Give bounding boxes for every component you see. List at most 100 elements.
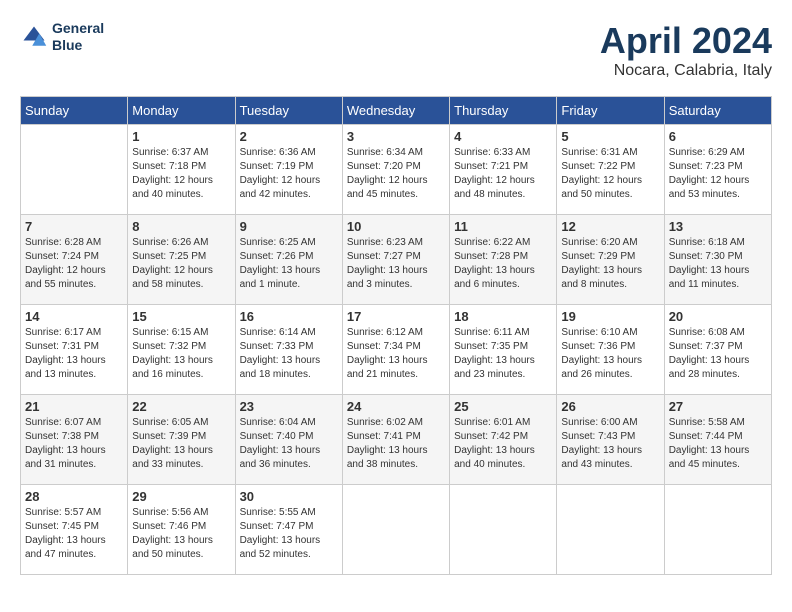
day-number: 7 [25, 219, 123, 234]
day-number: 24 [347, 399, 445, 414]
month-title: April 2024 [600, 20, 772, 62]
day-info: Sunrise: 6:23 AM Sunset: 7:27 PM Dayligh… [347, 236, 445, 292]
logo: General Blue [20, 20, 104, 54]
calendar-week-row: 14 Sunrise: 6:17 AM Sunset: 7:31 PM Dayli… [21, 305, 772, 395]
calendar-cell [21, 125, 128, 215]
logo-text: General Blue [52, 20, 104, 54]
calendar-cell [450, 485, 557, 575]
day-number: 5 [561, 129, 659, 144]
day-number: 16 [240, 309, 338, 324]
calendar-cell: 24Sunrise: 6:02 AM Sunset: 7:41 PM Dayli… [342, 395, 449, 485]
weekday-header-row: SundayMondayTuesdayWednesdayThursdayFrid… [21, 97, 772, 125]
day-number: 12 [561, 219, 659, 234]
day-info: Sunrise: 6:17 AM Sunset: 7:31 PM Dayligh… [25, 326, 123, 382]
calendar-cell: 21 Sunrise: 6:07 AM Sunset: 7:38 PM Dayli… [21, 395, 128, 485]
logo-line1: General [52, 20, 104, 37]
day-number: 8 [132, 219, 230, 234]
day-number: 1 [132, 129, 230, 144]
day-number: 25 [454, 399, 552, 414]
calendar-cell: 19 Sunrise: 6:10 AM Sunset: 7:36 PM Dayli… [557, 305, 664, 395]
day-info: Sunrise: 6:07 AM Sunset: 7:38 PM Dayligh… [25, 416, 123, 472]
day-number: 10 [347, 219, 445, 234]
day-number: 27 [669, 399, 767, 414]
day-info: Sunrise: 6:25 AM Sunset: 7:26 PM Dayligh… [240, 236, 338, 292]
day-number: 28 [25, 489, 123, 504]
calendar-cell: 17 Sunrise: 6:12 AM Sunset: 7:34 PM Dayli… [342, 305, 449, 395]
day-info: Sunrise: 5:57 AM Sunset: 7:45 PM Dayligh… [25, 506, 123, 562]
day-info: Sunrise: 6:37 AM Sunset: 7:18 PM Dayligh… [132, 146, 230, 202]
logo-line2: Blue [52, 37, 104, 54]
calendar-cell: 10 Sunrise: 6:23 AM Sunset: 7:27 PM Dayli… [342, 215, 449, 305]
day-info: Sunrise: 6:26 AM Sunset: 7:25 PM Dayligh… [132, 236, 230, 292]
day-info: Sunrise: 6:29 AM Sunset: 7:23 PM Dayligh… [669, 146, 767, 202]
day-info: Sunrise: 6:05 AM Sunset: 7:39 PM Dayligh… [132, 416, 230, 472]
calendar-week-row: 21 Sunrise: 6:07 AM Sunset: 7:38 PM Dayli… [21, 395, 772, 485]
day-info: Sunrise: 6:00 AM Sunset: 7:43 PM Dayligh… [561, 416, 659, 472]
calendar-cell: 18 Sunrise: 6:11 AM Sunset: 7:35 PM Dayli… [450, 305, 557, 395]
day-info: Sunrise: 6:11 AM Sunset: 7:35 PM Dayligh… [454, 326, 552, 382]
calendar-cell: 26Sunrise: 6:00 AM Sunset: 7:43 PM Dayli… [557, 395, 664, 485]
day-info: Sunrise: 6:34 AM Sunset: 7:20 PM Dayligh… [347, 146, 445, 202]
day-info: Sunrise: 6:10 AM Sunset: 7:36 PM Dayligh… [561, 326, 659, 382]
calendar-cell: 9 Sunrise: 6:25 AM Sunset: 7:26 PM Daylig… [235, 215, 342, 305]
day-number: 18 [454, 309, 552, 324]
day-number: 9 [240, 219, 338, 234]
day-info: Sunrise: 6:28 AM Sunset: 7:24 PM Dayligh… [25, 236, 123, 292]
calendar-cell: 6 Sunrise: 6:29 AM Sunset: 7:23 PM Daylig… [664, 125, 771, 215]
calendar-cell: 15Sunrise: 6:15 AM Sunset: 7:32 PM Dayli… [128, 305, 235, 395]
calendar-cell: 4 Sunrise: 6:33 AM Sunset: 7:21 PM Daylig… [450, 125, 557, 215]
day-info: Sunrise: 6:08 AM Sunset: 7:37 PM Dayligh… [669, 326, 767, 382]
day-number: 22 [132, 399, 230, 414]
weekday-header-sunday: Sunday [21, 97, 128, 125]
day-info: Sunrise: 6:14 AM Sunset: 7:33 PM Dayligh… [240, 326, 338, 382]
calendar-cell: 8 Sunrise: 6:26 AM Sunset: 7:25 PM Daylig… [128, 215, 235, 305]
day-info: Sunrise: 6:31 AM Sunset: 7:22 PM Dayligh… [561, 146, 659, 202]
calendar-cell: 28 Sunrise: 5:57 AM Sunset: 7:45 PM Dayli… [21, 485, 128, 575]
calendar-cell: 14 Sunrise: 6:17 AM Sunset: 7:31 PM Dayli… [21, 305, 128, 395]
day-info: Sunrise: 6:33 AM Sunset: 7:21 PM Dayligh… [454, 146, 552, 202]
day-info: Sunrise: 6:01 AM Sunset: 7:42 PM Dayligh… [454, 416, 552, 472]
calendar-cell: 5 Sunrise: 6:31 AM Sunset: 7:22 PM Daylig… [557, 125, 664, 215]
weekday-header-friday: Friday [557, 97, 664, 125]
calendar-cell: 23 Sunrise: 6:04 AM Sunset: 7:40 PM Dayli… [235, 395, 342, 485]
day-info: Sunrise: 6:12 AM Sunset: 7:34 PM Dayligh… [347, 326, 445, 382]
calendar-cell: 16 Sunrise: 6:14 AM Sunset: 7:33 PM Dayli… [235, 305, 342, 395]
calendar-cell: 13 Sunrise: 6:18 AM Sunset: 7:30 PM Dayli… [664, 215, 771, 305]
day-number: 15 [132, 309, 230, 324]
weekday-header-monday: Monday [128, 97, 235, 125]
day-number: 4 [454, 129, 552, 144]
weekday-header-wednesday: Wednesday [342, 97, 449, 125]
day-number: 29 [132, 489, 230, 504]
day-number: 30 [240, 489, 338, 504]
day-number: 17 [347, 309, 445, 324]
day-info: Sunrise: 6:18 AM Sunset: 7:30 PM Dayligh… [669, 236, 767, 292]
calendar-cell: 27 Sunrise: 5:58 AM Sunset: 7:44 PM Dayli… [664, 395, 771, 485]
calendar-cell: 12Sunrise: 6:20 AM Sunset: 7:29 PM Dayli… [557, 215, 664, 305]
day-number: 20 [669, 309, 767, 324]
day-number: 23 [240, 399, 338, 414]
page-header: General Blue April 2024 Nocara, Calabria… [20, 20, 772, 80]
day-number: 6 [669, 129, 767, 144]
day-info: Sunrise: 6:36 AM Sunset: 7:19 PM Dayligh… [240, 146, 338, 202]
calendar-cell: 3Sunrise: 6:34 AM Sunset: 7:20 PM Daylig… [342, 125, 449, 215]
day-info: Sunrise: 5:56 AM Sunset: 7:46 PM Dayligh… [132, 506, 230, 562]
calendar-cell: 7 Sunrise: 6:28 AM Sunset: 7:24 PM Daylig… [21, 215, 128, 305]
day-info: Sunrise: 6:22 AM Sunset: 7:28 PM Dayligh… [454, 236, 552, 292]
calendar-cell: 30Sunrise: 5:55 AM Sunset: 7:47 PM Dayli… [235, 485, 342, 575]
location-title: Nocara, Calabria, Italy [600, 62, 772, 80]
day-number: 21 [25, 399, 123, 414]
calendar-cell: 20 Sunrise: 6:08 AM Sunset: 7:37 PM Dayli… [664, 305, 771, 395]
day-number: 14 [25, 309, 123, 324]
day-number: 13 [669, 219, 767, 234]
calendar-cell: 2Sunrise: 6:36 AM Sunset: 7:19 PM Daylig… [235, 125, 342, 215]
day-info: Sunrise: 6:04 AM Sunset: 7:40 PM Dayligh… [240, 416, 338, 472]
calendar-cell: 29 Sunrise: 5:56 AM Sunset: 7:46 PM Dayli… [128, 485, 235, 575]
day-info: Sunrise: 5:58 AM Sunset: 7:44 PM Dayligh… [669, 416, 767, 472]
calendar-cell: 1 Sunrise: 6:37 AM Sunset: 7:18 PM Daylig… [128, 125, 235, 215]
calendar-week-row: 7 Sunrise: 6:28 AM Sunset: 7:24 PM Daylig… [21, 215, 772, 305]
weekday-header-saturday: Saturday [664, 97, 771, 125]
calendar-cell: 25 Sunrise: 6:01 AM Sunset: 7:42 PM Dayli… [450, 395, 557, 485]
weekday-header-tuesday: Tuesday [235, 97, 342, 125]
day-number: 19 [561, 309, 659, 324]
calendar-week-row: 1 Sunrise: 6:37 AM Sunset: 7:18 PM Daylig… [21, 125, 772, 215]
